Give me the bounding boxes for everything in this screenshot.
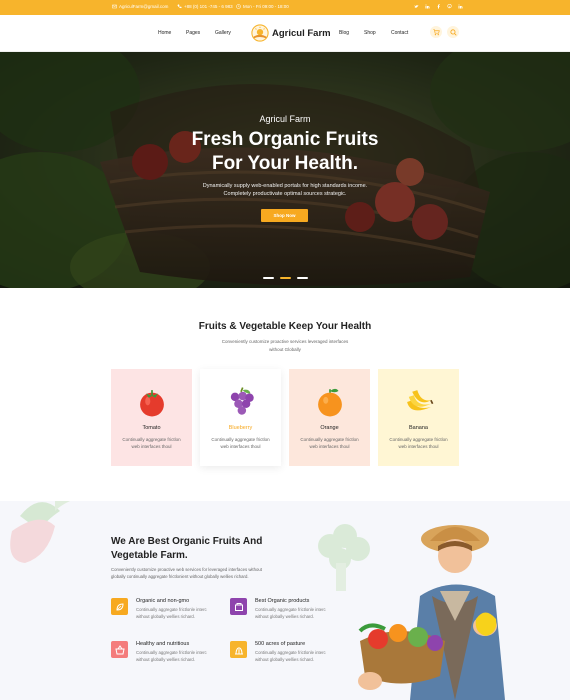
fruit-card-desc: Continually aggregate frictlon web interf… (389, 437, 448, 449)
cart-icon (432, 28, 440, 35)
hero-title-line1: Fresh Organic Fruits (191, 129, 379, 150)
nav-home[interactable]: Home (158, 30, 171, 36)
hero-subtitle-line1: Dynamically supply web-enabled portals f… (202, 183, 368, 189)
fruits-section-title: Fruits & Vegetable Keep Your Health (198, 321, 372, 332)
nav-pages[interactable]: Pages (186, 30, 200, 36)
clock-icon (236, 4, 241, 9)
topbar-phone-text: +88 (0) 101 -745 - 6 983 (184, 4, 233, 9)
feature-desc: Continually aggregate frictlonle interc w… (136, 607, 207, 619)
feature-organic: Organic and non-gmo Continually aggregat… (111, 598, 231, 628)
nav-blog[interactable]: Blog (339, 30, 349, 36)
linkedin-icon[interactable] (425, 4, 430, 9)
feature-title: Healthy and nutritious (136, 641, 190, 647)
slider-dot-1[interactable] (263, 277, 274, 279)
feature-title: Best Organic products (255, 598, 310, 604)
twitter-icon[interactable] (414, 4, 419, 9)
hero-kicker: Agricul Farm (259, 114, 311, 124)
sun-field-logo-icon (251, 24, 269, 42)
phone-icon (177, 4, 182, 9)
social-links (414, 3, 463, 9)
feature-desc: Continually aggregate frictlonle interc w… (136, 650, 207, 662)
nav-gallery[interactable]: Gallery (215, 30, 231, 36)
fruit-card-desc: Continually aggregate frictlon web interf… (122, 437, 181, 449)
fruit-card-name: Blueberry (228, 425, 253, 431)
leaf-box-icon (111, 598, 128, 615)
linkedin-alt-icon[interactable] (458, 4, 463, 9)
broccoli-decor-icon (318, 524, 370, 591)
feature-healthy: Healthy and nutritious Continually aggre… (111, 641, 231, 671)
about-title: We Are Best Organic Fruits And Vegetable … (111, 536, 263, 561)
main-header: Home Pages Gallery Agricul Farm Blog Sho… (0, 15, 570, 52)
nav-contact[interactable]: Contact (391, 30, 408, 36)
fruits-section-subtitle-line1: Conveniently customize proactive service… (221, 339, 349, 344)
topbar-hours: Mon - Fri 09:00 - 18:00 (236, 4, 289, 9)
fruit-card-desc: Continually aggregate frictlon web interf… (211, 437, 270, 449)
nav-shop[interactable]: Shop (364, 30, 376, 36)
feature-title: 500 acres of pasture (255, 641, 306, 647)
fruit-card-name: Orange (320, 425, 339, 431)
feature-desc: Continually aggregate frictlonle interc w… (255, 650, 326, 662)
top-bar: AgriculFarm@gmail.com +88 (0) 101 -745 -… (0, 0, 570, 15)
banana-icon (407, 390, 434, 411)
basket-icon (111, 641, 128, 658)
about-description: Conveniently customize proactive web ser… (111, 567, 262, 579)
tomato-icon (140, 390, 164, 417)
farmer-illustration (358, 525, 505, 700)
fruit-card-tomato[interactable]: Tomato Continually aggregate frictlon web… (111, 369, 192, 466)
fruits-section-subtitle-line2: without Globally (269, 347, 301, 352)
product-box-icon (230, 598, 247, 615)
feature-title: Organic and non-gmo (136, 598, 190, 604)
fruit-card-banana[interactable]: Banana Continually aggregate frictlon web… (378, 369, 459, 466)
cart-button[interactable] (430, 26, 442, 38)
topbar-hours-text: Mon - Fri 09:00 - 18:00 (243, 4, 289, 9)
shop-now-button[interactable]: Shop Now (261, 209, 308, 222)
logo-text: Agricul Farm (272, 27, 331, 39)
hero-subtitle-line2: Completely productivate optimal sources … (223, 191, 347, 197)
fruit-card-name: Banana (409, 425, 428, 431)
slider-dots (263, 277, 308, 279)
slider-dot-3[interactable] (297, 277, 308, 279)
fruit-card-blueberry[interactable]: Blueberry Continually aggregate frictlon… (200, 369, 281, 466)
fruit-card-orange[interactable]: Orange Continually aggregate frictlon web… (289, 369, 370, 466)
feature-pasture: 500 acres of pasture Continually aggrega… (230, 641, 350, 671)
topbar-email-text: AgriculFarm@gmail.com (119, 4, 169, 9)
search-icon (449, 28, 457, 36)
hero-slider: Agricul Farm Fresh Organic Fruits For Yo… (0, 52, 570, 288)
grapes-icon (230, 387, 254, 415)
feature-best-products: Best Organic products Continually aggreg… (230, 598, 350, 628)
site-logo[interactable]: Agricul Farm (251, 24, 331, 42)
hero-title-line2: For Your Health. (211, 153, 359, 174)
pinterest-icon[interactable] (447, 3, 452, 9)
topbar-email[interactable]: AgriculFarm@gmail.com (112, 4, 168, 9)
pasture-icon (230, 641, 247, 658)
slider-dot-2[interactable] (280, 277, 291, 279)
fruit-card-name: Tomato (142, 425, 161, 431)
orange-icon (318, 388, 342, 417)
search-button[interactable] (447, 26, 459, 38)
facebook-icon[interactable] (436, 4, 441, 9)
topbar-phone[interactable]: +88 (0) 101 -745 - 6 983 (177, 4, 233, 9)
fruit-card-desc: Continually aggregate frictlon web interf… (300, 437, 359, 449)
feature-desc: Continually aggregate frictlonle interc w… (255, 607, 326, 619)
mail-icon (112, 4, 117, 9)
carrot-decor-icon (10, 501, 71, 563)
